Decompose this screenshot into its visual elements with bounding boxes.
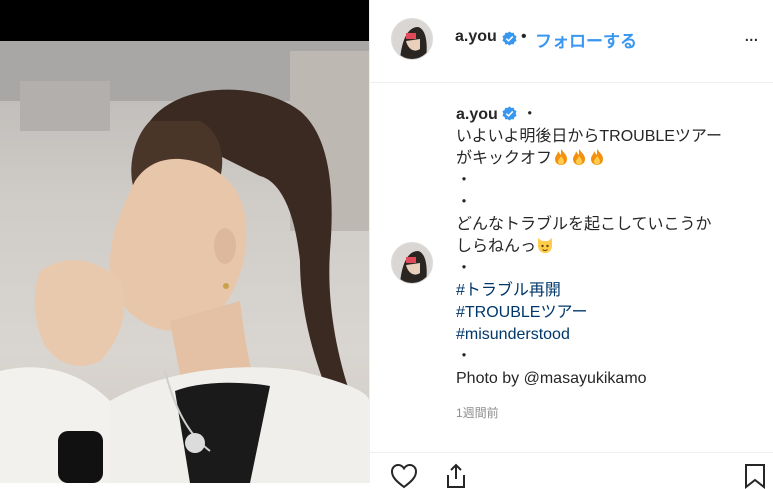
caption-line-4: しらねんっ [456,236,756,258]
post-timestamp[interactable]: 1週間前 [456,404,499,421]
caption-line-4-text: しらねんっ [456,238,537,255]
caption-line-3: どんなトラブルを起こしていこうか [456,216,712,233]
caption-line-2-text: がキックオフ [456,150,553,167]
verified-badge-icon [502,106,517,121]
caption-first-line: a.you ・ [456,104,756,126]
action-bar [370,452,773,489]
caption-username-link[interactable]: a.you [456,106,498,123]
post-caption: a.you ・ いよいよ明後日からTROUBLEツアー がキックオフ ・ ・ ど… [456,104,756,390]
username-link[interactable]: a.you [455,28,497,46]
post-photo[interactable] [0,0,369,483]
verified-badge-icon [502,31,517,46]
fire-emoji-icon [555,149,604,165]
hashtag-line: #TROUBLEツアー [456,302,756,324]
photo-illustration [0,41,369,483]
caption-avatar[interactable] [391,242,433,284]
hashtag-line: #misunderstood [456,324,756,346]
mention-link[interactable]: @masayukikamo [524,370,647,387]
avatar[interactable] [391,18,433,60]
hashtag-link[interactable]: #トラブル再開 [456,282,561,299]
photo-credit-text: Photo by [456,370,524,387]
caption-dot: ・ [521,106,538,123]
more-options-icon[interactable]: ... [744,24,759,47]
hashtag-link[interactable]: #TROUBLEツアー [456,304,588,321]
post-header: a.you • フォローする ... [370,0,773,83]
separator-dot: • [521,28,527,45]
post-details-panel: a.you • フォローする ... a.you ・ いよいよ明後日からTROU… [369,0,773,489]
photo-top-bar [0,0,369,41]
cat-face-emoji-icon [538,238,553,253]
caption-dot-line: ・ [456,348,473,365]
save-bookmark-icon[interactable] [744,463,766,489]
share-icon[interactable] [443,463,469,489]
hashtag-link[interactable]: #misunderstood [456,326,570,343]
hashtag-line: #トラブル再開 [456,280,756,302]
caption-dot-line: ・ [456,260,473,277]
heart-icon[interactable] [390,463,418,489]
caption-line-1: いよいよ明後日からTROUBLEツアー [456,128,722,145]
caption-dot-line: ・ [456,172,473,189]
follow-button[interactable]: フォローする [535,27,637,52]
caption-line-2: がキックオフ [456,148,756,170]
caption-dot-line: ・ [456,194,473,211]
photo-credit-line: Photo by @masayukikamo [456,368,756,390]
